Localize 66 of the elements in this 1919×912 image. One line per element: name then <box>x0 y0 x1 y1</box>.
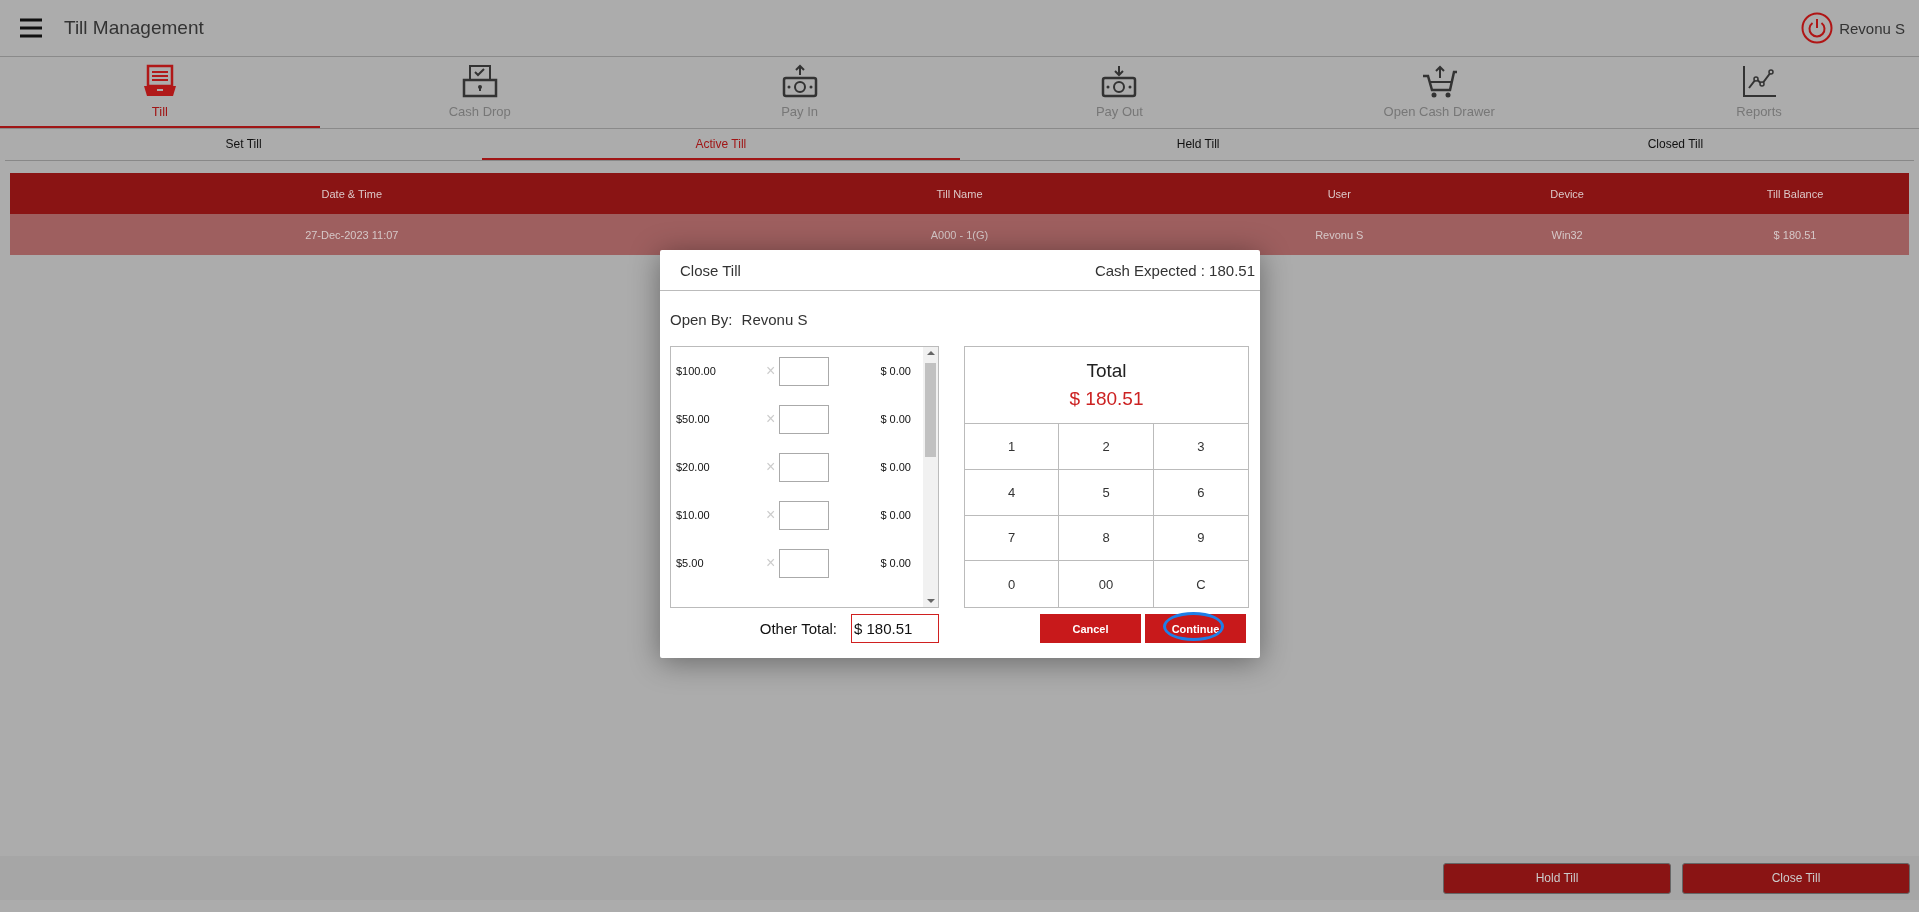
keypad-key[interactable]: 5 <box>1059 469 1154 516</box>
cart-icon <box>1421 64 1458 98</box>
open-by-value: Revonu S <box>741 311 808 328</box>
denomination-amount: $ 0.00 <box>879 365 911 377</box>
drawer-icon <box>141 64 178 98</box>
multiply-sign: × <box>766 410 777 428</box>
sub-tab[interactable]: Held Till <box>959 129 1437 160</box>
column-header: User <box>1326 187 1352 200</box>
multiply-sign: × <box>766 554 777 572</box>
table-cell-text: Win32 <box>1550 228 1584 241</box>
dialog-title: Close Till <box>680 261 741 279</box>
other-total-field[interactable]: $ 180.51 <box>851 614 939 643</box>
table-cell-text: 27-Dec-2023 11:07 <box>304 228 400 241</box>
count-field[interactable] <box>779 548 829 578</box>
sub-tab[interactable]: Active Till <box>482 129 960 160</box>
table-cell-text: A000 - 1(G) <box>929 228 990 241</box>
banknote-up-arrow-icon <box>781 64 818 98</box>
count-field[interactable] <box>779 500 829 530</box>
denomination-label: $100.00 <box>676 365 717 377</box>
drop-box-icon <box>461 64 498 98</box>
denomination-amount: $ 0.00 <box>879 413 911 425</box>
multiply-sign: × <box>766 458 777 476</box>
cash-expected: Cash Expected : 180.51 <box>1094 261 1255 279</box>
denomination-amount: $ 0.00 <box>879 509 911 521</box>
keypad-key[interactable]: 7 <box>965 515 1060 562</box>
user-name: Revonu S <box>1839 19 1905 37</box>
keypad-key[interactable]: 4 <box>965 469 1060 516</box>
column-header: Device <box>1549 187 1585 200</box>
menu-icon <box>20 17 42 39</box>
keypad-key[interactable]: 8 <box>1059 515 1154 562</box>
multiply-sign: × <box>766 506 777 524</box>
column-header: Till Balance <box>1765 187 1825 200</box>
power-button[interactable] <box>1801 12 1834 44</box>
denomination-amount: $ 0.00 <box>879 557 911 569</box>
count-field[interactable] <box>779 452 829 482</box>
keypad-key[interactable]: 1 <box>965 424 1060 470</box>
denomination-label: $50.00 <box>676 413 711 425</box>
table-cell-text: $ 180.51 <box>1772 228 1818 241</box>
banknote-down-arrow-icon <box>1101 64 1138 98</box>
keypad-key[interactable]: 2 <box>1059 424 1154 470</box>
column-header: Till Name <box>935 187 984 200</box>
footer-button[interactable]: Hold Till <box>1443 862 1671 894</box>
count-field[interactable] <box>779 356 829 386</box>
denomination-amount: $ 0.00 <box>879 461 911 473</box>
power-icon <box>1801 12 1834 44</box>
open-by-label: Open By: <box>670 311 733 328</box>
multiply-sign: × <box>766 362 777 380</box>
count-field[interactable] <box>779 404 829 434</box>
dialog-button[interactable]: Cancel <box>1040 614 1141 643</box>
denomination-label: $5.00 <box>676 557 705 569</box>
nav-tab[interactable]: Till <box>0 57 320 128</box>
denomination-label: $20.00 <box>676 461 711 473</box>
total-label: Total <box>1086 360 1127 382</box>
table-cell-text: Revonu S <box>1314 228 1365 241</box>
other-total-label: Other Total: <box>759 620 837 637</box>
sub-tab[interactable]: Closed Till <box>1436 129 1914 160</box>
column-header: Date & Time <box>320 187 384 200</box>
menu-button[interactable] <box>20 17 42 39</box>
total-value: $ 180.51 <box>1069 388 1144 410</box>
dialog-button[interactable]: Continue <box>1145 614 1246 643</box>
denomination-label: $10.00 <box>676 509 711 521</box>
line-chart-icon <box>1741 64 1778 98</box>
footer-button[interactable]: Close Till <box>1682 862 1910 894</box>
sub-tab[interactable]: Set Till <box>5 129 483 160</box>
page-title: Till Management <box>64 17 205 39</box>
scrollbar[interactable] <box>923 347 938 607</box>
